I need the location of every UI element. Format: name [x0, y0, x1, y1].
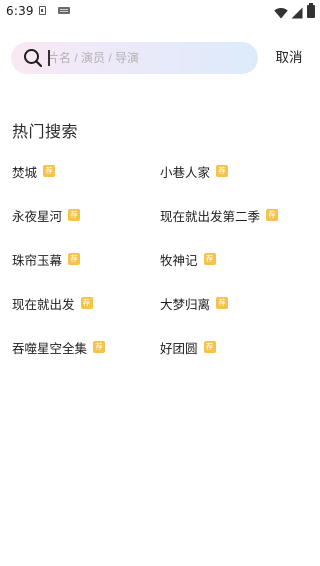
recommend-badge: 荐: [68, 253, 81, 265]
battery-icon: [307, 3, 315, 18]
search-input[interactable]: [47, 48, 247, 68]
wifi-icon: [274, 4, 288, 23]
keyboard-icon: [58, 7, 70, 14]
hot-search-item-label: 珠帘玉幕: [12, 252, 63, 268]
recommend-badge: 荐: [216, 165, 229, 177]
hot-search-item-label: 吞噬星空全集: [12, 340, 88, 356]
hot-search-item[interactable]: 现在就出发第二季荐: [160, 206, 279, 224]
status-time: 6:39: [6, 4, 34, 18]
sim-icon: [39, 6, 46, 15]
battery-level-fill: [308, 6, 314, 17]
hot-search-item-label: 焚城: [12, 164, 38, 180]
hot-search-item[interactable]: 牧神记荐: [160, 250, 216, 268]
hot-search-item-label: 现在就出发: [12, 296, 75, 312]
hot-search-item-label: 小巷人家: [160, 164, 211, 180]
text-caret: [48, 50, 50, 66]
hot-search-item[interactable]: 现在就出发荐: [12, 294, 93, 312]
hot-search-item[interactable]: 好团圆荐: [160, 338, 216, 356]
hot-search-item-label: 永夜星河: [12, 208, 63, 224]
cancel-button[interactable]: 取消: [272, 48, 306, 68]
search-icon[interactable]: [23, 48, 43, 68]
hot-search-item-label: 大梦归离: [160, 296, 211, 312]
recommend-badge: 荐: [216, 297, 229, 309]
hot-search-item[interactable]: 永夜星河荐: [12, 206, 81, 224]
hot-search-item-label: 牧神记: [160, 252, 198, 268]
recommend-badge: 荐: [203, 341, 216, 353]
hot-search-item-label: 好团圆: [160, 340, 198, 356]
search-box[interactable]: [11, 42, 258, 74]
recommend-badge: 荐: [80, 297, 93, 309]
recommend-badge: 荐: [68, 209, 81, 221]
status-bar: 6:39: [0, 0, 320, 24]
search-row: 取消: [0, 42, 320, 76]
recommend-badge: 荐: [93, 341, 106, 353]
recommend-badge: 荐: [266, 209, 279, 221]
hot-search-item[interactable]: 小巷人家荐: [160, 162, 229, 180]
recommend-badge: 荐: [43, 165, 56, 177]
hot-search-item[interactable]: 大梦归离荐: [160, 294, 229, 312]
hot-search-item[interactable]: 珠帘玉幕荐: [12, 250, 81, 268]
recommend-badge: 荐: [203, 253, 216, 265]
hot-search-item[interactable]: 吞噬星空全集荐: [12, 338, 106, 356]
signal-icon: [291, 4, 303, 23]
hot-search-item[interactable]: 焚城荐: [12, 162, 56, 180]
hot-search-title: 热门搜索: [12, 122, 79, 141]
hot-search-item-label: 现在就出发第二季: [160, 208, 261, 224]
